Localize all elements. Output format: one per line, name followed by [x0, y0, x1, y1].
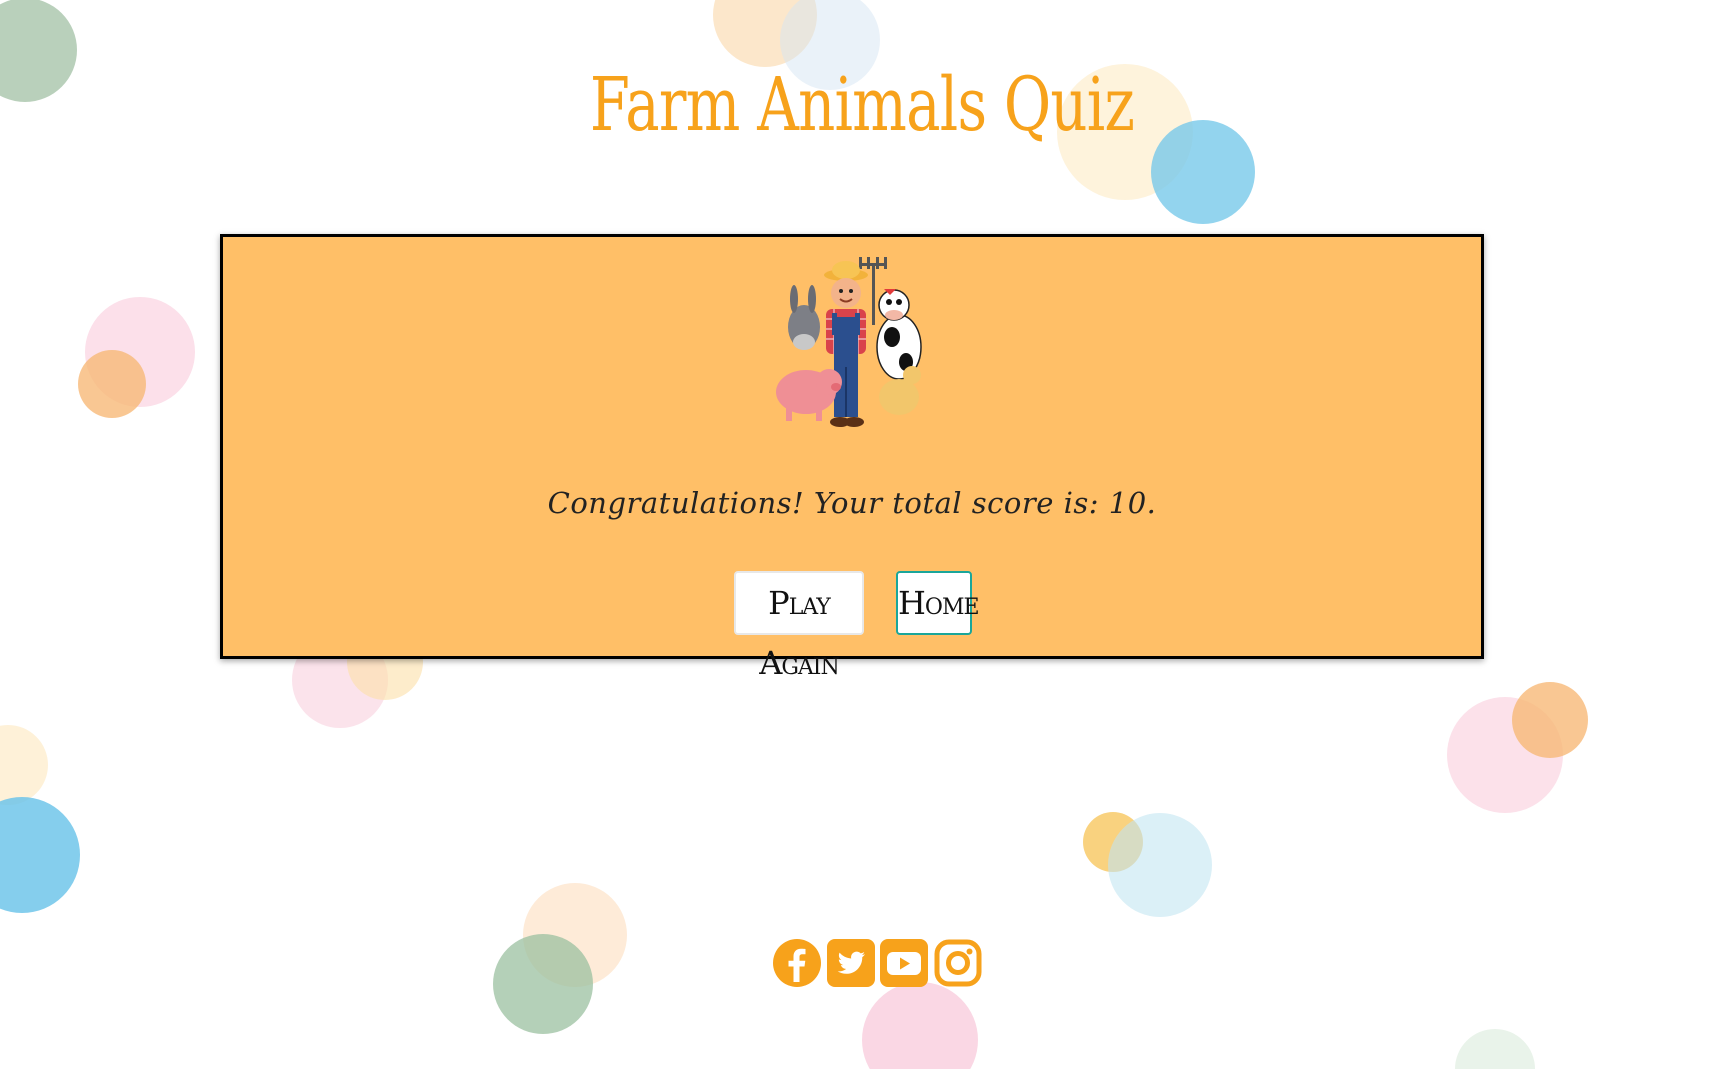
- twitter-icon[interactable]: [826, 938, 876, 988]
- page: Farm Animals Quiz Congratulations! Your …: [0, 0, 1724, 1069]
- instagram-icon[interactable]: [933, 938, 983, 988]
- social-links: [772, 938, 982, 990]
- score-message: Congratulations! Your total score is: 10…: [547, 486, 1157, 520]
- play-again-button[interactable]: Play Again: [734, 571, 864, 682]
- page-title: Farm Animals Quiz: [589, 62, 1135, 148]
- farmer-with-animals-illustration: [776, 257, 922, 427]
- results-card: Congratulations! Your total score is: 10…: [220, 234, 1484, 682]
- youtube-icon[interactable]: [879, 938, 929, 988]
- home-button[interactable]: Home: [896, 571, 980, 635]
- facebook-icon[interactable]: [772, 938, 822, 988]
